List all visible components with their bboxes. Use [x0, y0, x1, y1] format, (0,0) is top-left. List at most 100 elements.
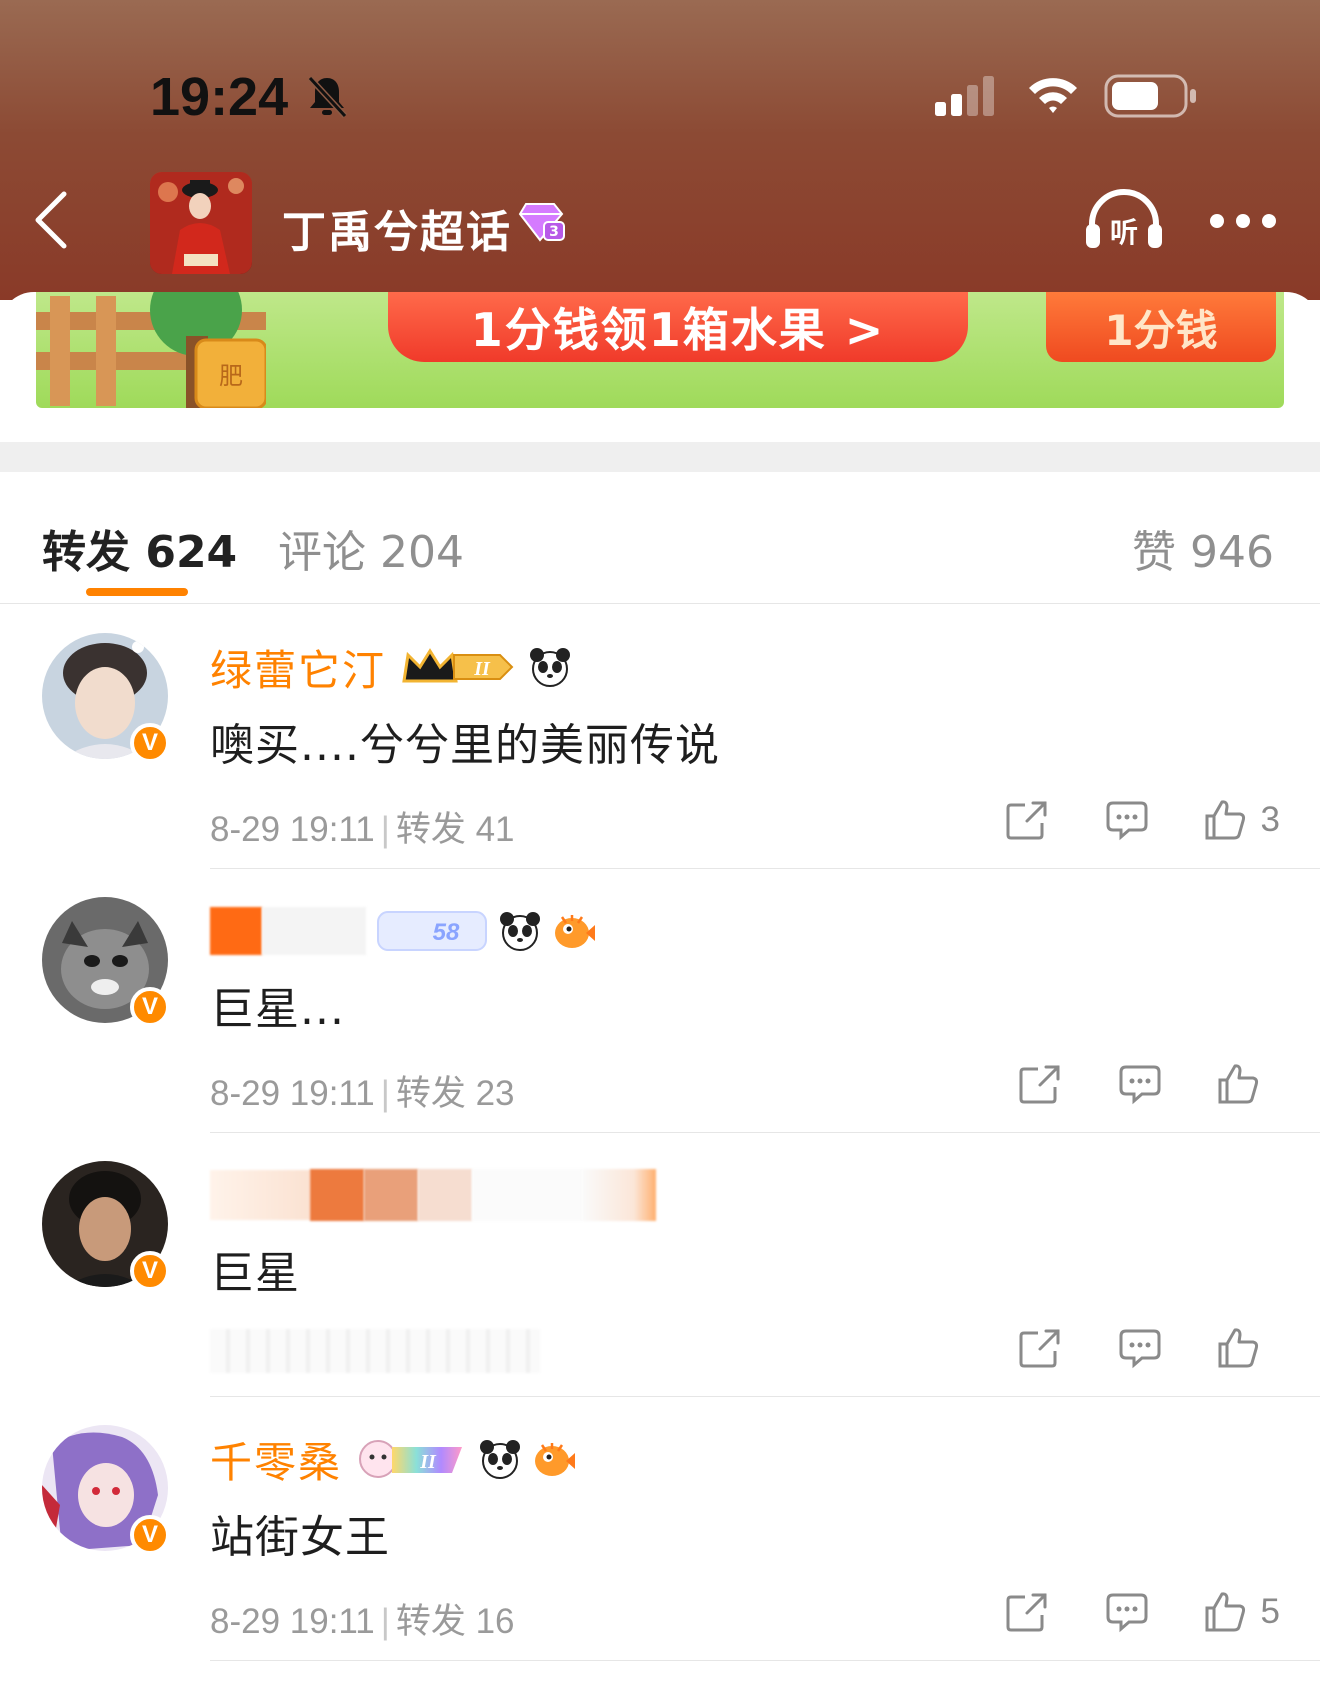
repost-content: 站街女王 — [210, 1512, 390, 1563]
like-button[interactable] — [1216, 1326, 1274, 1370]
list-item[interactable]: V 巨星 — [0, 1133, 1320, 1397]
banner-main-text: 1分钱领1箱水果 > — [388, 292, 968, 362]
bell-slash-icon — [307, 75, 348, 118]
share-button[interactable] — [1005, 1591, 1049, 1633]
item-actions: 3 — [1005, 785, 1280, 855]
svg-text:II: II — [419, 1451, 437, 1473]
status-bar: 19:24 — [0, 0, 1320, 150]
tab-like-label: 赞 — [1132, 527, 1177, 578]
comment-button[interactable] — [1105, 799, 1149, 841]
level-badge-icon: 58 — [377, 911, 487, 951]
repost-content: 巨星... — [210, 984, 345, 1035]
svg-text:58: 58 — [433, 919, 460, 946]
tab-comment[interactable]: 评论 204 — [278, 516, 464, 580]
promo-banner[interactable]: 肥 1分钱领1箱水果 > 1分钱 — [36, 292, 1284, 408]
svg-text:3: 3 — [549, 224, 559, 240]
verified-badge: V — [130, 1515, 170, 1555]
chevron-left-icon[interactable] — [30, 190, 74, 250]
comment-button[interactable] — [1118, 1063, 1162, 1105]
share-icon — [1019, 1329, 1060, 1368]
panda-icon — [480, 1440, 521, 1479]
pot-label: 肥 — [219, 362, 243, 390]
list-item[interactable]: V 千零桑 II 站街女王 8-29 19:11 | 转发 16 5 — [0, 1397, 1320, 1661]
status-time: 19:24 — [150, 67, 289, 127]
comment-button[interactable] — [1118, 1327, 1162, 1369]
banner-badge-text: 1分钱 — [1046, 292, 1276, 362]
repost-content: 巨星 — [210, 1248, 300, 1299]
redacted-block — [418, 1169, 472, 1221]
comment-icon — [1119, 1329, 1161, 1369]
username[interactable]: 绿蕾它汀 — [210, 637, 386, 698]
item-actions — [1018, 1313, 1274, 1383]
more-dots-icon[interactable] — [1208, 212, 1278, 230]
item-actions — [1018, 1049, 1274, 1119]
verified-badge: V — [130, 1251, 170, 1291]
share-button[interactable] — [1018, 1327, 1062, 1369]
username[interactable]: 千零桑 — [210, 1429, 342, 1490]
timestamp: 8-29 19:11 — [210, 1074, 375, 1113]
verified-badge: V — [130, 723, 170, 763]
username[interactable] — [210, 1170, 310, 1220]
comment-button[interactable] — [1105, 1591, 1149, 1633]
pufferfish-icon — [535, 1443, 576, 1476]
item-meta-redacted — [210, 1329, 540, 1373]
repost-count[interactable]: 转发 23 — [396, 1074, 515, 1113]
panda-icon — [530, 648, 571, 687]
like-count: 3 — [1260, 800, 1280, 839]
name-row: 绿蕾它汀 II — [210, 639, 572, 695]
tab-like[interactable]: 赞 946 — [1132, 516, 1274, 580]
item-divider — [210, 1660, 1320, 1661]
repost-count[interactable]: 转发 41 — [396, 810, 515, 849]
item-actions: 5 — [1005, 1577, 1280, 1647]
redacted-block — [582, 1169, 656, 1221]
item-meta: 8-29 19:11 | 转发 23 — [210, 1074, 515, 1113]
comment-icon — [1106, 801, 1148, 841]
timestamp: 8-29 19:11 — [210, 810, 375, 849]
redacted-block — [310, 1169, 364, 1221]
name-row: 58 — [210, 903, 596, 959]
section-divider — [0, 442, 1320, 472]
pufferfish-icon — [555, 915, 595, 948]
comment-icon — [1119, 1065, 1161, 1105]
item-meta: 8-29 19:11 | 转发 41 — [210, 810, 515, 849]
share-icon — [1019, 1065, 1060, 1104]
name-row — [210, 1167, 656, 1223]
topic-title: 丁禹兮超话 — [282, 207, 512, 258]
svg-text:II: II — [473, 658, 491, 680]
like-button[interactable]: 3 — [1203, 798, 1280, 842]
topic-nav-bar: 丁禹兮超话 3 听 — [0, 160, 1320, 280]
tab-like-count: 946 — [1190, 527, 1274, 578]
list-item[interactable]: V 绿蕾它汀 II 噢买....兮兮里的美丽传说 8-29 19:11 | 转发 4… — [0, 605, 1320, 869]
crown-level-badge-icon: II — [402, 648, 514, 683]
redacted-block — [364, 1169, 418, 1221]
timestamp: 8-29 19:11 — [210, 1602, 375, 1641]
like-button[interactable]: 5 — [1203, 1590, 1280, 1634]
wifi-icon — [1029, 78, 1077, 113]
share-button[interactable] — [1018, 1063, 1062, 1105]
tab-repost[interactable]: 转发 624 — [42, 516, 237, 580]
share-button[interactable] — [1005, 799, 1049, 841]
repost-content: 噢买....兮兮里的美丽传说 — [210, 720, 720, 771]
tab-comment-label: 评论 — [278, 527, 366, 578]
like-count: 5 — [1260, 1592, 1280, 1631]
tab-repost-count: 624 — [145, 527, 238, 578]
fence-decoration: 肥 — [36, 292, 266, 408]
share-icon — [1006, 801, 1047, 840]
username[interactable] — [210, 907, 262, 955]
svg-text:听: 听 — [1110, 216, 1138, 249]
repost-count[interactable]: 转发 16 — [396, 1602, 515, 1641]
tab-comment-count: 204 — [380, 527, 464, 578]
tab-repost-label: 转发 — [42, 527, 130, 578]
thumbs-up-icon — [1205, 800, 1245, 840]
panda-icon — [500, 912, 540, 951]
verified-badge: V — [130, 987, 170, 1027]
redacted-text — [262, 907, 366, 955]
topic-avatar[interactable] — [150, 172, 252, 274]
share-icon — [1006, 1593, 1047, 1632]
like-button[interactable] — [1216, 1062, 1274, 1106]
list-item[interactable]: V 58 巨星... 8-29 19:11 | 转发 23 — [0, 869, 1320, 1133]
level-badge-icon: II — [359, 1440, 463, 1478]
headphones-icon[interactable]: 听 — [1082, 188, 1166, 252]
signal-icon — [935, 76, 994, 116]
thumbs-up-icon — [1218, 1328, 1259, 1368]
